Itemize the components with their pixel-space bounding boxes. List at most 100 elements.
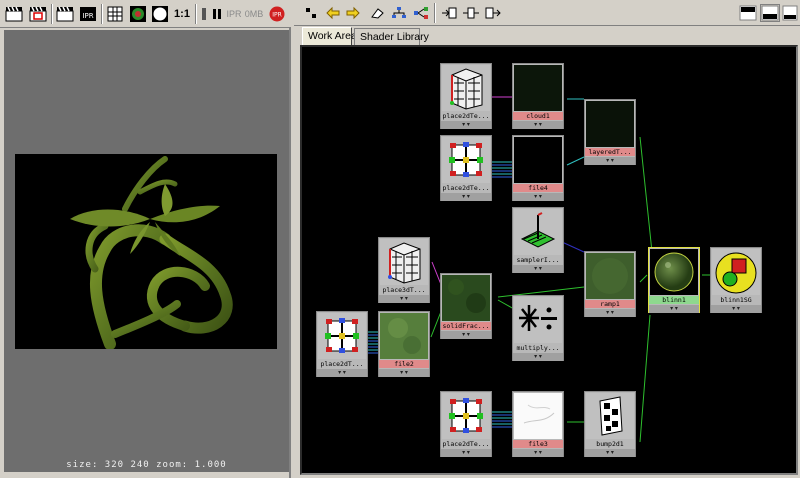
bump2d-icon [586,393,634,439]
node-arrows[interactable]: ▾ ▾ [585,449,635,457]
node-arrows[interactable]: ▾ ▾ [513,449,563,457]
node-arrows[interactable]: ▾ ▾ [441,121,491,129]
node-shading-group[interactable]: blinn1SG ▾ ▾ [710,247,762,313]
input-connections-icon[interactable] [440,4,458,22]
hypershade-panel: Work Area Shader Library place2dTe... ▾ … [294,0,800,478]
node-label: place2dTe... [442,184,490,192]
clapper-red-icon[interactable] [28,4,48,24]
memory-label: 0MB [244,9,264,19]
node-blinn[interactable]: blinn1 ▾ ▾ [648,247,700,313]
graph-layout-icon[interactable] [390,4,408,22]
node-arrows[interactable]: ▾ ▾ [379,369,429,377]
layout-full-icon[interactable] [781,4,799,22]
arrow-right-icon[interactable] [344,4,362,22]
render-image [15,154,277,350]
multiply-divide-icon [514,297,562,343]
node-arrows[interactable]: ▾ ▾ [379,295,429,303]
place3d-cube-icon [380,239,428,285]
toolbar-divider [434,3,436,23]
node-label: blinn1SG [720,296,752,304]
node-arrows[interactable]: ▾ ▾ [441,449,491,457]
node-label: multiply... [516,344,560,352]
layout-top-icon[interactable] [738,4,758,22]
node-place3d[interactable]: place3dT... ▾ ▾ [378,237,430,303]
node-label: cloud1 [513,112,563,120]
render-view-toolbar: IPR 1:1 IPR 0MB IPR [0,0,291,28]
ipr-red-icon[interactable]: IPR [268,4,286,24]
ipr-badge[interactable]: IPR [226,4,242,24]
place2d-cube-icon [442,65,490,111]
svg-text:IPR: IPR [272,12,282,19]
clapper-icon[interactable] [4,4,24,24]
solid-fractal-swatch [442,275,490,321]
toolbar-divider [195,4,197,24]
node-place2d[interactable]: place2dT... ▾ ▾ [316,311,368,377]
place2d-grid-icon [442,393,490,439]
tab-work-area[interactable]: Work Area [302,27,357,46]
in-out-connections-icon[interactable] [462,4,480,22]
node-file3[interactable]: file3 ▾ ▾ [512,391,564,457]
graph-icon[interactable] [302,4,320,22]
render-view-panel: IPR 1:1 IPR 0MB IPR size: 320 240 zoom: … [0,0,291,478]
node-arrows[interactable]: ▾ ▾ [585,309,635,317]
node-arrows[interactable]: ▾ ▾ [441,331,491,339]
node-place2d[interactable]: place2dTe... ▾ ▾ [440,391,492,457]
node-ramp[interactable]: ramp1 ▾ ▾ [584,251,636,317]
node-label: place2dTe... [442,440,490,448]
node-bump2d[interactable]: bump2d1 ▾ ▾ [584,391,636,457]
node-label: bump2d1 [596,440,624,448]
node-arrows[interactable]: ▾ ▾ [711,305,761,313]
node-label: place3dT... [382,286,426,294]
keep-image-icon[interactable] [199,4,209,24]
alpha-channel-icon[interactable] [150,4,170,24]
tab-shader-library[interactable]: Shader Library [354,28,429,46]
node-place2d[interactable]: place2dTe... ▾ ▾ [440,135,492,201]
node-label: file2 [379,360,429,368]
node-label: layeredT... [585,148,635,156]
work-area-graph[interactable]: place2dTe... ▾ ▾ cloud1 ▾ ▾ layeredT... … [300,45,798,475]
node-label: file3 [513,440,563,448]
node-label: ramp1 [585,300,635,308]
node-arrows[interactable]: ▾ ▾ [513,193,563,201]
render-canvas: size: 320 240 zoom: 1.000 [4,30,289,472]
node-arrows[interactable]: ▾ ▾ [317,369,367,377]
maya-window: IPR 1:1 IPR 0MB IPR size: 320 240 zoom: … [0,0,800,478]
shading-group-icon [712,249,760,295]
node-label: solidFrac... [441,322,491,330]
pause-icon[interactable] [210,4,224,24]
file3-swatch [514,393,562,439]
node-sampler-info[interactable]: samplerI... ▾ ▾ [512,207,564,273]
node-cloud[interactable]: cloud1 ▾ ▾ [512,63,564,129]
eraser-icon[interactable] [368,4,386,22]
node-arrows[interactable]: ▾ ▾ [513,265,563,273]
network-icon[interactable] [412,4,430,22]
node-label: file4 [513,184,563,192]
node-file2[interactable]: file2 ▾ ▾ [378,311,430,377]
node-file4[interactable]: file4 ▾ ▾ [512,135,564,201]
layout-bottom-icon[interactable] [760,4,780,22]
clapper-icon[interactable] [55,4,75,24]
hypershade-toolbar [294,0,800,26]
node-label: samplerI... [516,256,560,264]
node-solid-fractal[interactable]: solidFrac... ▾ ▾ [440,273,492,339]
file4-swatch [514,137,562,183]
node-arrows[interactable]: ▾ ▾ [441,193,491,201]
place2d-grid-icon [442,137,490,183]
rgb-channel-icon[interactable] [128,4,148,24]
node-arrows[interactable]: ▾ ▾ [513,353,563,361]
file2-swatch [380,313,428,359]
ratio-button[interactable]: 1:1 [172,4,192,24]
grid-icon[interactable] [105,4,125,24]
node-arrows[interactable]: ▾ ▾ [585,157,635,165]
node-arrows[interactable]: ▾ ▾ [513,121,563,129]
node-place2d[interactable]: place2dTe... ▾ ▾ [440,63,492,129]
node-arrows[interactable]: ▾ ▾ [649,305,699,313]
ipr-icon[interactable]: IPR [78,4,98,24]
cloud-swatch [514,65,562,111]
sampler-info-icon [514,209,562,255]
node-layered-texture[interactable]: layeredT... ▾ ▾ [584,99,636,165]
toolbar-divider [101,4,103,24]
node-multiply-divide[interactable]: multiply... ▾ ▾ [512,295,564,361]
arrow-left-icon[interactable] [324,4,342,22]
output-connections-icon[interactable] [484,4,502,22]
